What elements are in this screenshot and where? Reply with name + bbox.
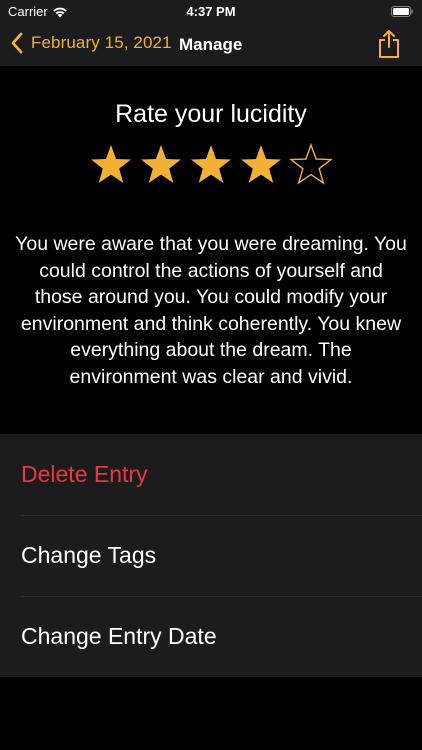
page-title: Manage [179,35,243,54]
share-icon[interactable] [376,29,402,59]
chevron-left-icon [11,32,23,54]
star-filled-icon[interactable] [139,142,183,186]
rating-title: Rate your lucidity [115,100,307,128]
star-filled-icon[interactable] [239,142,283,186]
star-filled-icon[interactable] [89,142,133,186]
back-button[interactable]: February 15, 2021 [10,32,172,54]
lucidity-description: You were aware that you were dreaming. Y… [15,233,407,388]
delete-entry-button[interactable]: Delete Entry [0,434,422,515]
back-button-label: February 15, 2021 [31,33,172,52]
change-tags-button[interactable]: Change Tags [0,515,422,596]
star-empty-icon[interactable] [289,142,333,186]
change-entry-date-button[interactable]: Change Entry Date [0,596,422,677]
status-bar: Carrier 4:37 PM [0,0,422,24]
navigation-bar: February 15, 2021 Manage [0,24,422,66]
star-filled-icon[interactable] [189,142,233,186]
star-rating[interactable] [0,142,422,186]
status-time: 4:37 PM [186,4,236,19]
battery-icon [391,6,413,17]
action-list: Delete Entry Change Tags Change Entry Da… [0,434,422,677]
